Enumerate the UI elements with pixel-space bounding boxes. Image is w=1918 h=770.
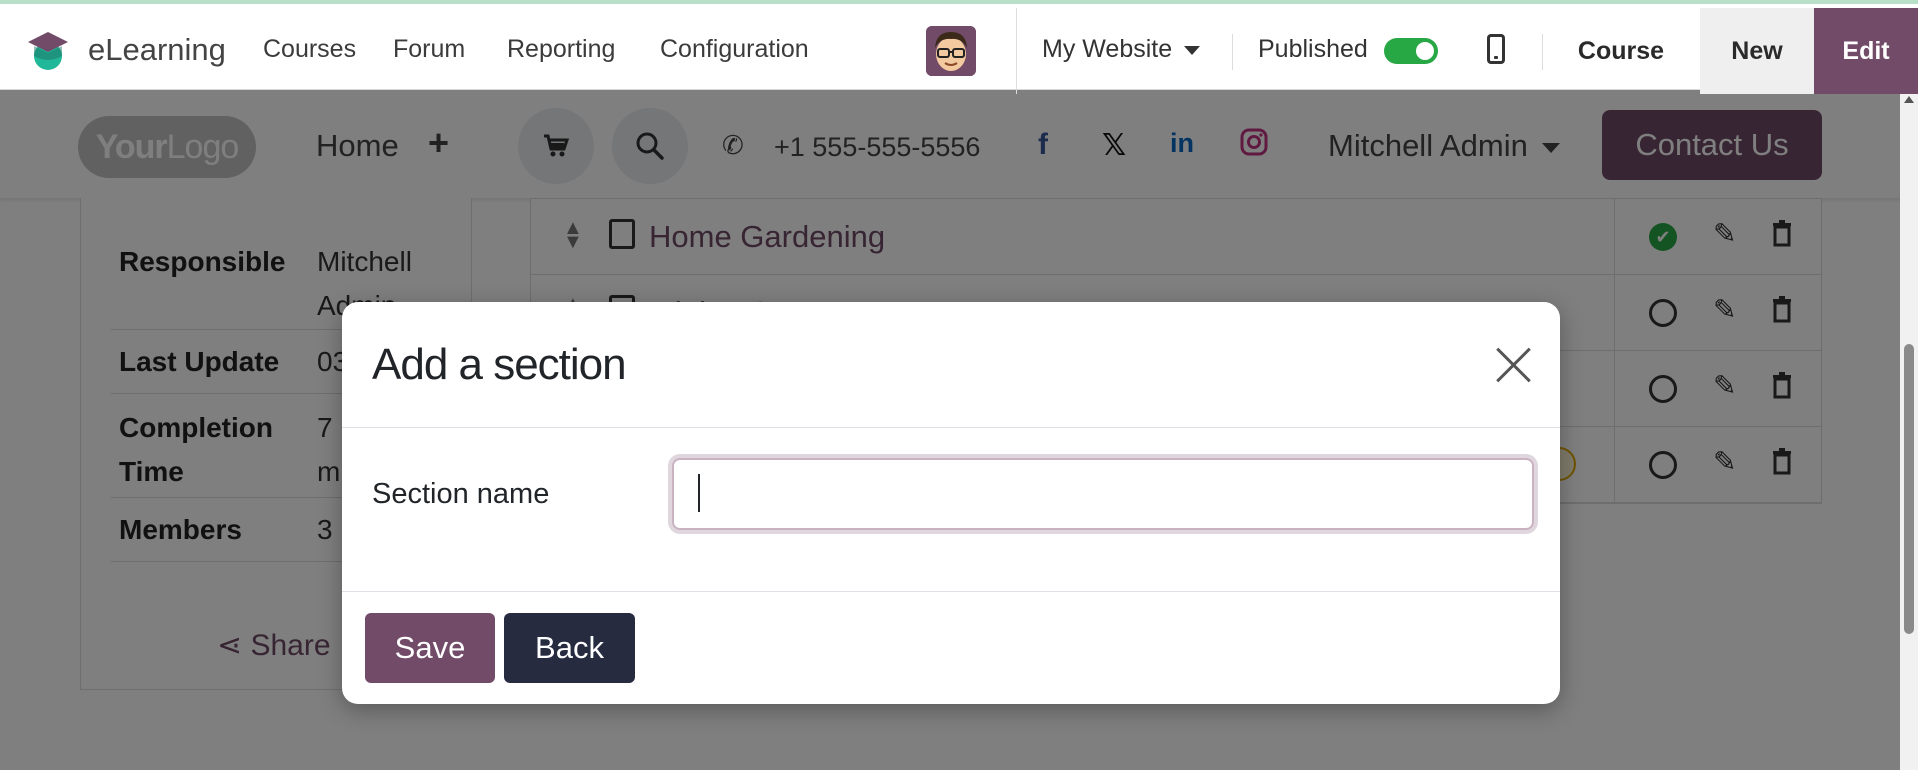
chevron-down-icon (1184, 45, 1201, 55)
published-toggle[interactable] (1384, 38, 1438, 64)
modal-title: Add a section (372, 340, 627, 389)
website-select[interactable]: My Website (1042, 35, 1201, 64)
odoo-top-bar: eLearning Courses Forum Reporting Config… (0, 0, 1918, 94)
close-icon[interactable] (1494, 344, 1534, 384)
menu-configuration[interactable]: Configuration (660, 35, 809, 64)
menu-forum[interactable]: Forum (393, 35, 465, 64)
modal-body: Section name (342, 428, 1560, 592)
back-button[interactable]: Back (504, 613, 635, 683)
menu-reporting[interactable]: Reporting (507, 35, 615, 64)
save-button[interactable]: Save (365, 613, 495, 683)
published-label: Published (1258, 35, 1368, 63)
section-name-label: Section name (372, 478, 550, 510)
page-scrollbar[interactable] (1900, 90, 1918, 770)
mobile-preview-icon[interactable] (1487, 34, 1505, 64)
menu-courses[interactable]: Courses (263, 35, 356, 64)
avatar[interactable] (926, 26, 976, 76)
elearning-app-icon[interactable] (24, 28, 72, 74)
add-section-dialog: Add a section Section name Save Back (342, 302, 1560, 704)
scrollbar-thumb[interactable] (1904, 344, 1914, 634)
modal-header: Add a section (342, 302, 1560, 428)
text-cursor (698, 474, 700, 512)
course-button[interactable]: Course (1542, 8, 1700, 94)
section-name-input[interactable] (672, 458, 1534, 530)
app-name[interactable]: eLearning (88, 32, 226, 68)
edit-button[interactable]: Edit (1814, 8, 1918, 94)
scroll-up-icon[interactable] (1904, 96, 1914, 103)
new-button[interactable]: New (1700, 8, 1814, 94)
